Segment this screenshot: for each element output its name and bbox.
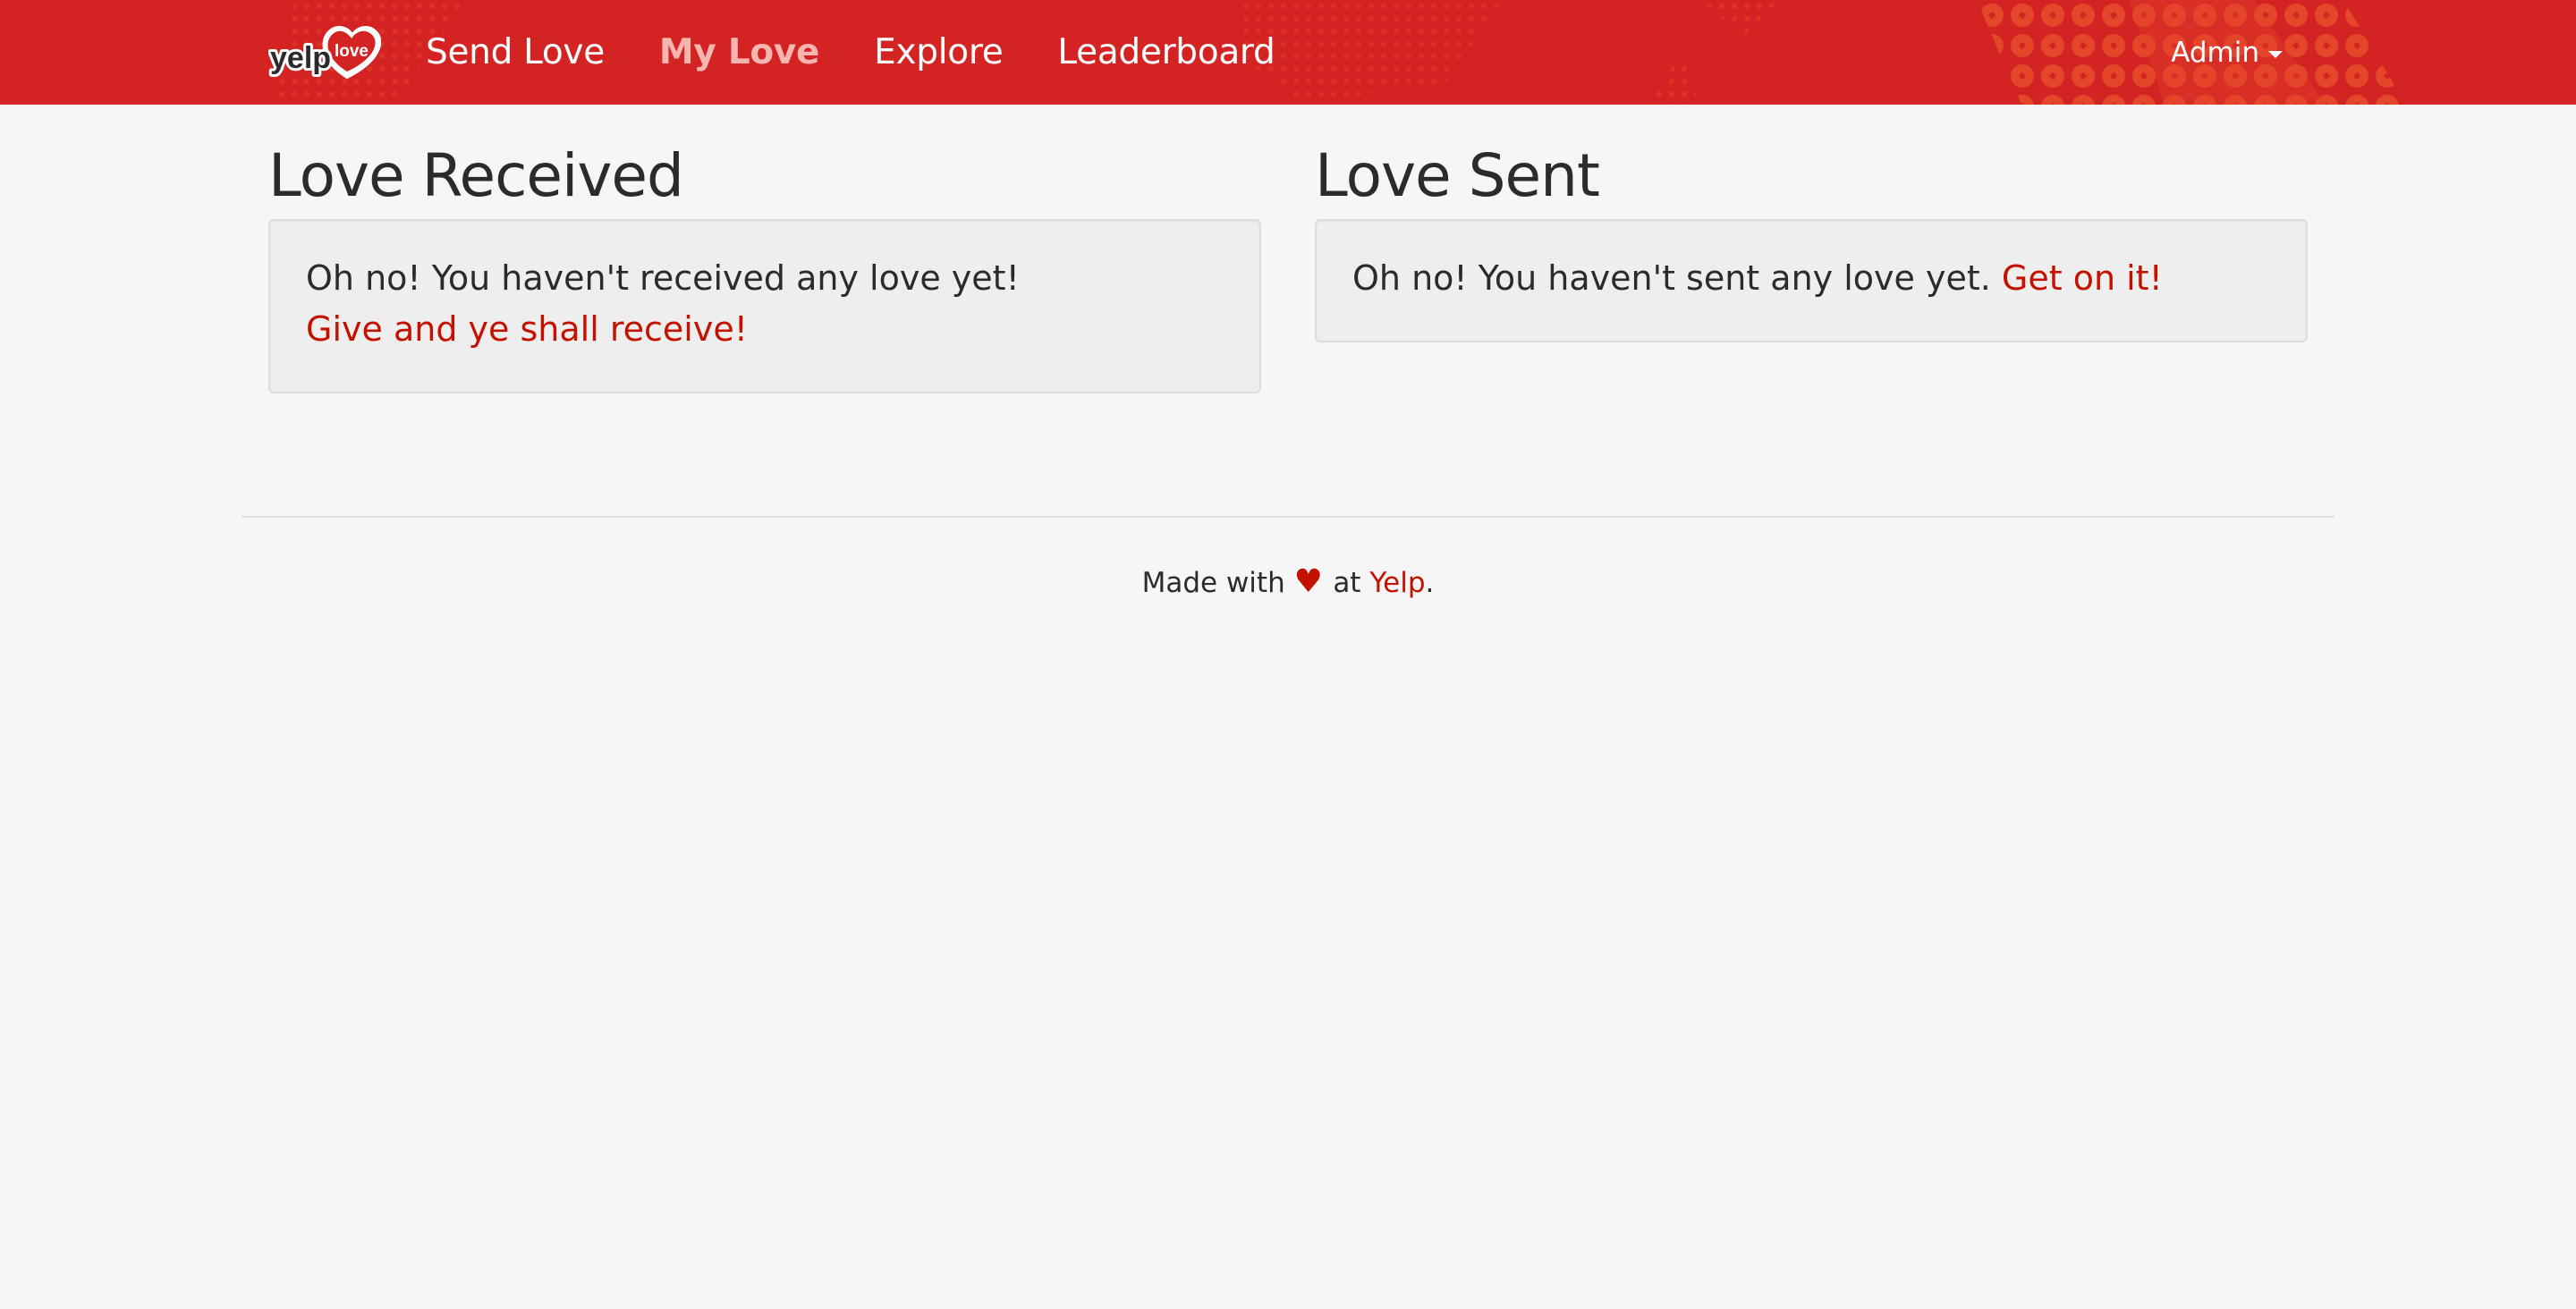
- love-sent-panel: Oh no! You haven't sent any love yet. Ge…: [1315, 219, 2308, 342]
- love-received-section: Love Received Oh no! You haven't receive…: [268, 105, 1261, 393]
- top-navbar: love yelp yelp Send Love My Love Explore…: [0, 0, 2576, 105]
- main-nav: Send Love My Love Explore Leaderboard: [426, 0, 1329, 105]
- footer-middle: at: [1333, 567, 1370, 599]
- logo-yelp-text: yelp: [270, 41, 331, 75]
- admin-user-menu[interactable]: Admin: [2171, 0, 2283, 105]
- nav-link-leaderboard[interactable]: Leaderboard: [1057, 32, 1275, 72]
- footer-prefix: Made with: [1141, 567, 1294, 599]
- love-received-panel: Oh no! You haven't received any love yet…: [268, 219, 1261, 393]
- heart-icon: ♥: [1293, 563, 1334, 600]
- footer: Made with ♥ at Yelp.: [0, 563, 2576, 600]
- love-sent-section: Love Sent Oh no! You haven't sent any lo…: [1315, 105, 2308, 342]
- give-love-link[interactable]: Give and ye shall receive!: [306, 309, 748, 349]
- nav-link-my-love[interactable]: My Love: [659, 32, 820, 72]
- nav-link-send-love[interactable]: Send Love: [426, 32, 605, 72]
- get-on-it-link[interactable]: Get on it!: [2002, 258, 2163, 298]
- admin-menu-label: Admin: [2171, 36, 2259, 69]
- footer-divider: [242, 516, 2334, 518]
- heart-logo-icon: love yelp yelp: [267, 26, 382, 80]
- footer-yelp-link[interactable]: Yelp: [1369, 567, 1425, 599]
- footer-suffix: .: [1425, 567, 1435, 599]
- caret-down-icon: [2268, 50, 2283, 58]
- love-received-title: Love Received: [268, 141, 684, 210]
- yelp-love-logo[interactable]: love yelp yelp: [267, 21, 382, 82]
- love-sent-empty-message: Oh no! You haven't sent any love yet.: [1352, 258, 2002, 298]
- love-received-empty-message: Oh no! You haven't received any love yet…: [306, 258, 1020, 298]
- nav-link-explore[interactable]: Explore: [874, 32, 1004, 72]
- love-sent-title: Love Sent: [1315, 141, 1600, 210]
- navbar-container: love yelp yelp Send Love My Love Explore…: [0, 0, 2576, 105]
- logo-love-text: love: [335, 42, 369, 61]
